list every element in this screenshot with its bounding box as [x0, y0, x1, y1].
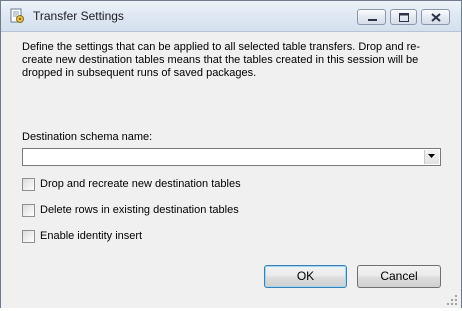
- delete-rows-label[interactable]: Delete rows in existing destination tabl…: [40, 204, 239, 216]
- transfer-settings-dialog: Transfer Settings Define the settings th…: [0, 0, 462, 308]
- identity-insert-checkbox[interactable]: [22, 230, 35, 243]
- drop-recreate-label[interactable]: Drop and recreate new destination tables: [40, 178, 241, 190]
- drop-recreate-checkbox[interactable]: [22, 178, 35, 191]
- identity-insert-label[interactable]: Enable identity insert: [40, 230, 142, 242]
- document-settings-icon: [9, 8, 25, 24]
- close-icon: [431, 13, 441, 22]
- cancel-button[interactable]: Cancel: [357, 265, 441, 288]
- ok-button[interactable]: OK: [264, 265, 347, 288]
- maximize-icon: [399, 13, 409, 22]
- description-text: Define the settings that can be applied …: [22, 41, 421, 79]
- dialog-content: Define the settings that can be applied …: [1, 32, 461, 308]
- delete-rows-checkbox[interactable]: [22, 204, 35, 217]
- minimize-icon: [368, 19, 377, 21]
- combo-dropdown-button[interactable]: [424, 150, 439, 164]
- title-bar[interactable]: Transfer Settings: [1, 1, 461, 32]
- schema-name-combobox[interactable]: [22, 148, 441, 166]
- close-button[interactable]: [421, 9, 450, 25]
- resize-grip-icon[interactable]: [446, 293, 458, 305]
- schema-name-label: Destination schema name:: [22, 131, 153, 143]
- minimize-button[interactable]: [357, 9, 386, 25]
- maximize-button[interactable]: [390, 9, 417, 25]
- chevron-down-icon: [428, 154, 435, 158]
- window-title: Transfer Settings: [33, 9, 124, 23]
